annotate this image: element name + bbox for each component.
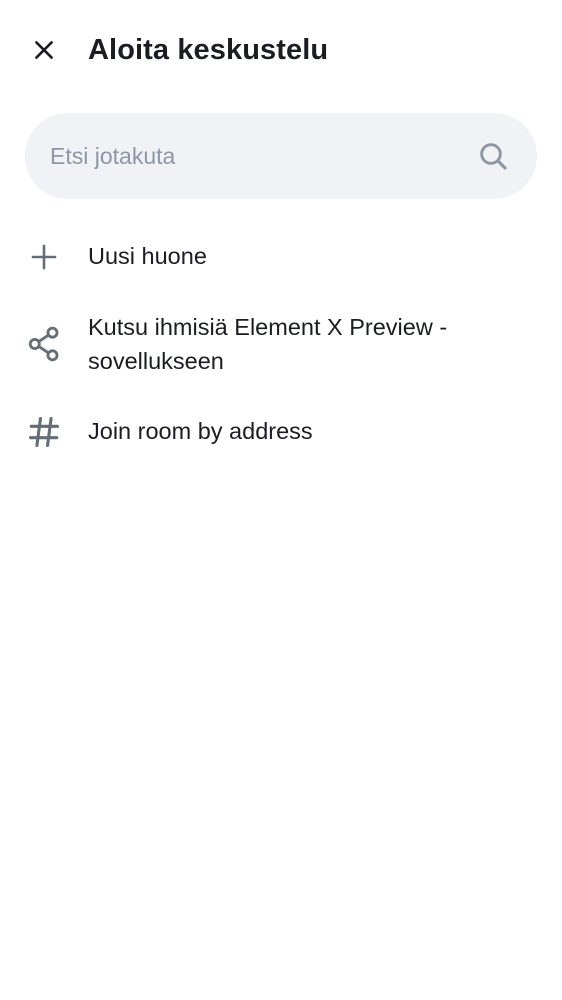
menu-item-new-room[interactable]: Uusi huone bbox=[0, 233, 562, 281]
page-title: Aloita keskustelu bbox=[88, 34, 329, 66]
share-icon bbox=[24, 324, 64, 364]
menu-item-invite[interactable]: Kutsu ihmisiä Element X Preview -sovellu… bbox=[0, 308, 562, 380]
hash-icon bbox=[24, 412, 64, 452]
top-bar: Aloita keskustelu bbox=[0, 0, 562, 100]
menu-item-label: Kutsu ihmisiä Element X Preview -sovellu… bbox=[88, 314, 448, 374]
menu-item-join-room[interactable]: Join room by address bbox=[0, 408, 562, 456]
menu-item-label: Join room by address bbox=[88, 418, 313, 444]
search-bar[interactable] bbox=[25, 113, 537, 199]
menu-item-label: Uusi huone bbox=[88, 243, 207, 269]
search-input[interactable] bbox=[50, 113, 460, 199]
plus-icon bbox=[24, 237, 64, 277]
search-icon bbox=[475, 138, 511, 174]
close-icon bbox=[35, 41, 53, 59]
close-button[interactable] bbox=[18, 24, 70, 76]
